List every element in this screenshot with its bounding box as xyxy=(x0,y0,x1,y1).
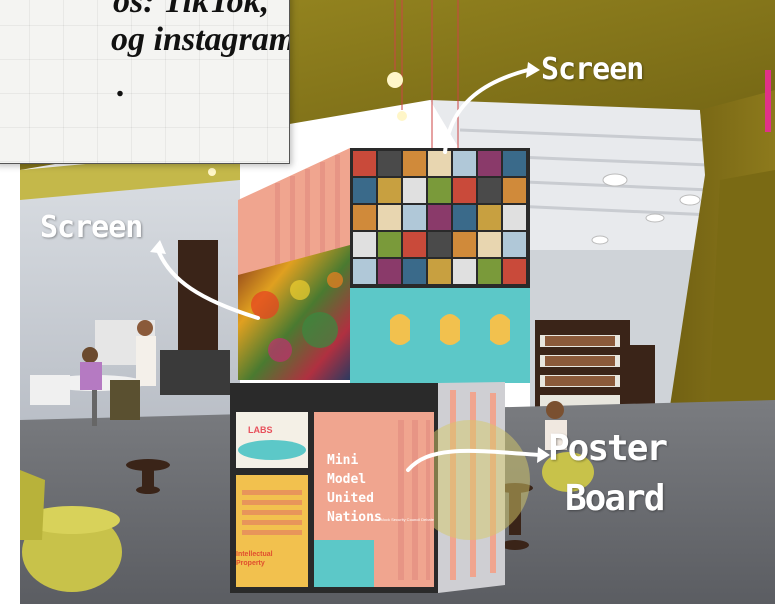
accent-bar xyxy=(765,70,771,132)
mosaic-tile xyxy=(478,205,501,230)
mosaic-tile xyxy=(503,205,526,230)
screen-label-top: Screen xyxy=(541,52,644,87)
screen-label-left: Screen xyxy=(40,210,143,245)
mosaic-tile xyxy=(403,205,426,230)
mosaic-tile xyxy=(353,259,376,284)
mosaic-tile xyxy=(428,151,451,176)
mosaic-tile xyxy=(378,151,401,176)
mosaic-tile xyxy=(453,205,476,230)
poster-title-line2: Model xyxy=(327,472,367,487)
labs-logo: LABS xyxy=(248,425,273,435)
poster-board-label-line1: Poster xyxy=(548,428,668,469)
caption-line-1: os: TikTok, xyxy=(113,0,270,20)
mosaic-tile xyxy=(478,178,501,203)
mosaic-tile xyxy=(403,232,426,257)
mosaic-tile xyxy=(478,232,501,257)
mosaic-tile xyxy=(428,178,451,203)
poster-title-line1: Mini xyxy=(327,453,359,468)
mosaic-tile xyxy=(478,151,501,176)
mosaic-tile xyxy=(353,178,376,203)
mosaic-tile xyxy=(503,151,526,176)
mosaic-tile xyxy=(503,178,526,203)
mosaic-tile xyxy=(353,232,376,257)
mosaic-tile xyxy=(428,259,451,284)
caption-line-2: og instagram” xyxy=(111,21,289,58)
mosaic-tile xyxy=(428,205,451,230)
mosaic-tile xyxy=(403,178,426,203)
mosaic-tile xyxy=(453,151,476,176)
caption-line-3: . xyxy=(117,67,126,104)
mosaic-tile xyxy=(428,232,451,257)
mosaic-tile xyxy=(378,178,401,203)
mosaic-tile xyxy=(503,232,526,257)
poster-title-line3: United xyxy=(327,491,374,506)
mosaic-tile xyxy=(403,151,426,176)
poster-board-label-line2: Board xyxy=(565,478,665,519)
mosaic-tile xyxy=(453,178,476,203)
mosaic-tile xyxy=(378,205,401,230)
poster-small-print: Join Mock Security Council Debate xyxy=(372,517,435,522)
mosaic-tile xyxy=(478,259,501,284)
ip-card-line1: Intellectual xyxy=(236,551,273,558)
caption-box: os: TikTok, og instagram” . xyxy=(0,0,290,164)
mosaic-tile xyxy=(503,259,526,284)
mosaic-tile xyxy=(353,151,376,176)
mosaic-tile xyxy=(453,259,476,284)
mosaic-tile xyxy=(453,232,476,257)
ip-card-line2: Property xyxy=(236,560,265,567)
mosaic-tile xyxy=(378,259,401,284)
mosaic-tile xyxy=(378,232,401,257)
mosaic-tile xyxy=(403,259,426,284)
mosaic-tile xyxy=(353,205,376,230)
